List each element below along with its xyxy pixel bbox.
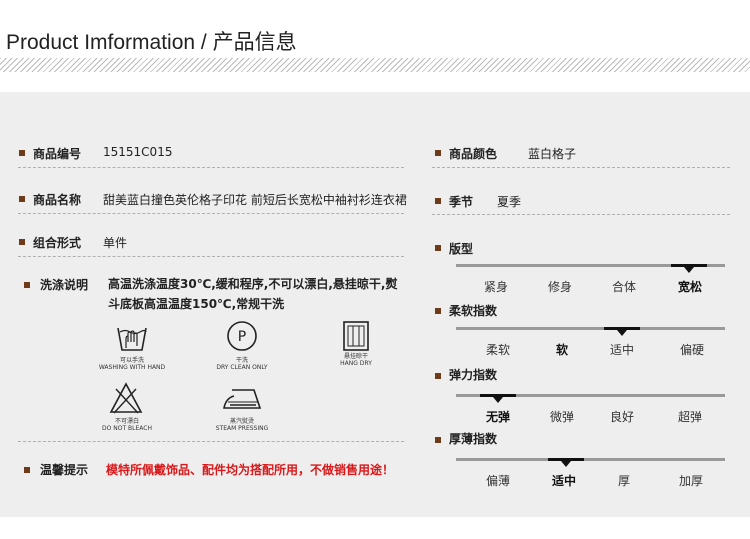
divider xyxy=(18,256,404,257)
bullet-icon xyxy=(435,150,441,156)
warm-tip-text: 模特所佩戴饰品、配件均为搭配所用，不做销售用途！ xyxy=(106,463,395,477)
combination-label: 组合形式 xyxy=(33,236,82,250)
fit-option-3: 合体 xyxy=(611,280,636,294)
thickness-option-3: 厚 xyxy=(617,474,630,488)
elasticity-scale-pointer xyxy=(493,397,503,403)
season-value: 夏季 xyxy=(497,195,522,209)
softness-scale-label: 柔软指数 xyxy=(449,304,498,318)
no-bleach-caption: 不可漂白 DO NOT BLEACH xyxy=(102,418,152,432)
elasticity-option-3: 良好 xyxy=(609,410,634,424)
wash-instructions: 高温洗涤温度30℃,缓和程序,不可以漂白,悬挂晾干,熨斗底板高温温度150℃,常… xyxy=(108,277,398,311)
dry-clean-icon: P xyxy=(225,319,259,353)
bullet-icon xyxy=(24,282,30,288)
hang-dry-icon xyxy=(342,320,370,352)
elasticity-option-4: 超弹 xyxy=(677,410,702,424)
combination-value: 单件 xyxy=(103,236,128,250)
thickness-scale-track xyxy=(456,458,725,461)
no-bleach-icon xyxy=(108,381,144,415)
season-label: 季节 xyxy=(449,195,474,209)
softness-option-2: 软 xyxy=(555,343,568,357)
color-label: 商品颜色 xyxy=(449,147,498,161)
divider xyxy=(18,167,404,168)
thickness-option-4: 加厚 xyxy=(678,474,703,488)
thickness-option-1: 偏薄 xyxy=(485,474,510,488)
color-value: 蓝白格子 xyxy=(528,147,577,161)
bullet-icon xyxy=(19,239,25,245)
softness-option-1: 柔软 xyxy=(485,343,510,357)
bullet-icon xyxy=(435,373,441,379)
elasticity-scale-label: 弹力指数 xyxy=(449,368,498,382)
product-code-value: 15151C015 xyxy=(103,145,173,159)
softness-option-3: 适中 xyxy=(609,343,634,357)
warm-tip-label: 温馨提示 xyxy=(40,463,89,477)
fit-scale-pointer xyxy=(684,267,694,273)
bullet-icon xyxy=(435,198,441,204)
hand-wash-icon xyxy=(112,320,152,354)
wash-label: 洗涤说明 xyxy=(40,278,89,292)
thickness-scale-pointer xyxy=(561,461,571,467)
divider xyxy=(432,167,730,168)
svg-text:P: P xyxy=(238,329,246,345)
product-name-label: 商品名称 xyxy=(33,193,82,207)
softness-scale-pointer xyxy=(617,330,627,336)
page-title: Product Imformation / 产品信息 xyxy=(6,31,297,54)
elasticity-option-1: 无弹 xyxy=(485,410,510,424)
diagonal-stripe-divider xyxy=(0,58,750,72)
bullet-icon xyxy=(19,196,25,202)
thickness-option-2: 适中 xyxy=(551,474,576,488)
bullet-icon xyxy=(435,437,441,443)
bullet-icon xyxy=(435,308,441,314)
thickness-scale-label: 厚薄指数 xyxy=(449,432,498,446)
product-code-label: 商品编号 xyxy=(33,147,82,161)
fit-option-1: 紧身 xyxy=(483,280,508,294)
softness-scale-track xyxy=(456,327,725,330)
hand-wash-caption: 可以手洗 WASHING WITH HAND xyxy=(98,357,166,371)
product-name-value: 甜美蓝白撞色英伦格子印花 前短后长宽松中袖衬衫连衣裙 xyxy=(103,193,407,207)
fit-option-4: 宽松 xyxy=(677,280,702,294)
steam-iron-icon xyxy=(220,384,264,414)
steam-iron-caption: 蒸汽熨烫 STEAM PRESSING xyxy=(215,418,269,432)
divider xyxy=(18,213,404,214)
bullet-icon xyxy=(435,245,441,251)
dry-clean-caption: 干洗 DRY CLEAN ONLY xyxy=(216,357,268,371)
divider xyxy=(18,441,404,442)
elasticity-option-2: 微弹 xyxy=(549,410,574,424)
bullet-icon xyxy=(19,150,25,156)
fit-scale-label: 版型 xyxy=(449,242,474,256)
fit-option-2: 修身 xyxy=(547,280,572,294)
softness-option-4: 偏硬 xyxy=(679,343,704,357)
hang-dry-caption: 悬挂晾干 HANG DRY xyxy=(340,353,372,367)
divider xyxy=(432,214,730,215)
bullet-icon xyxy=(24,467,30,473)
